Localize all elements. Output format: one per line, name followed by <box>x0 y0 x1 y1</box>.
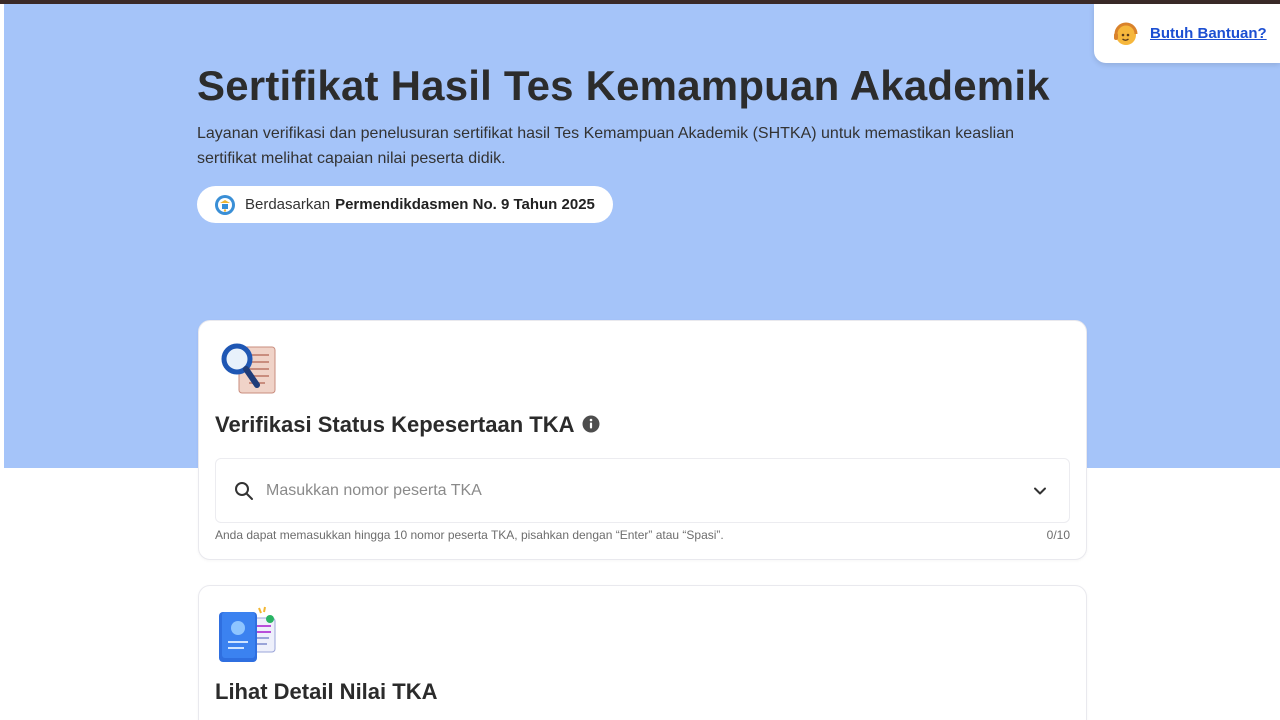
search-input[interactable] <box>266 481 1006 500</box>
verify-card-title: Verifikasi Status Kepesertaan TKA <box>215 412 575 437</box>
regulation-badge: Berdasarkan Permendikdasmen No. 9 Tahun … <box>197 186 613 223</box>
search-hint: Anda dapat memasukkan hingga 10 nomor pe… <box>215 528 724 542</box>
detail-card: Lihat Detail Nilai TKA <box>198 585 1087 720</box>
search-icon <box>235 481 253 500</box>
input-counter: 0/10 <box>1046 528 1070 542</box>
verify-card: Verifikasi Status Kepesertaan TKA Anda d… <box>198 320 1087 560</box>
help-widget[interactable]: Butuh Bantuan? <box>1094 4 1280 63</box>
kemendikdasmen-logo <box>215 194 235 215</box>
info-icon[interactable] <box>582 415 600 433</box>
page-title: Sertifikat Hasil Tes Kemampuan Akademik <box>197 62 1050 109</box>
score-book-icon <box>219 606 276 662</box>
magnifier-document-icon <box>221 343 276 394</box>
regulation-name: Permendikdasmen No. 9 Tahun 2025 <box>335 196 595 213</box>
page-description: Layanan verifikasi dan penelusuran serti… <box>197 125 1014 167</box>
customer-support-icon <box>1114 22 1138 45</box>
help-link[interactable]: Butuh Bantuan? <box>1150 25 1267 42</box>
search-box[interactable] <box>215 458 1070 523</box>
regulation-prefix: Berdasarkan <box>245 196 331 213</box>
chevron-down-icon[interactable] <box>1031 482 1049 500</box>
verify-card-title-row: Verifikasi Status Kepesertaan TKA <box>215 412 600 438</box>
detail-card-title: Lihat Detail Nilai TKA <box>215 679 438 704</box>
